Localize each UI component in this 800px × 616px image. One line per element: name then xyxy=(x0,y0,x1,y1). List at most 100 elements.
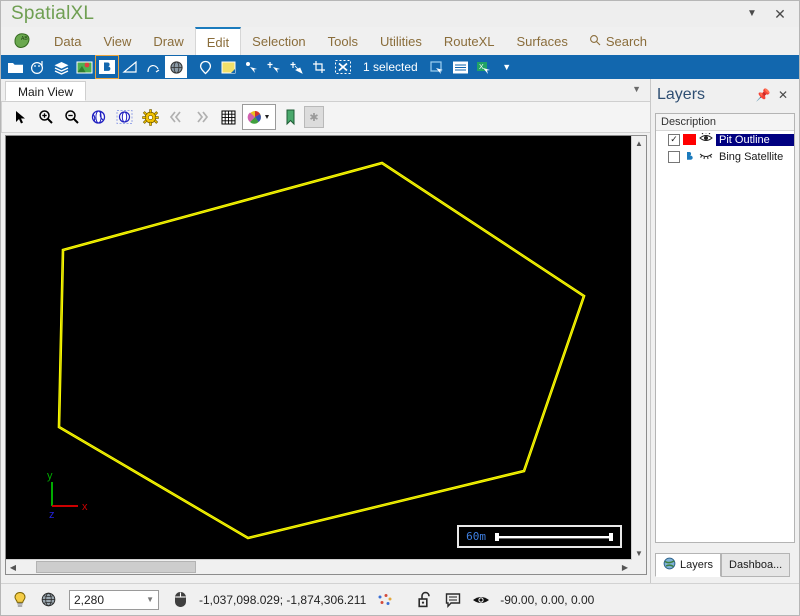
panel-tab-dashboard[interactable]: Dashboa... xyxy=(721,553,791,577)
grid-icon[interactable] xyxy=(216,105,240,129)
scale-bar: 60m xyxy=(457,525,622,548)
menu-item-tools[interactable]: Tools xyxy=(317,27,369,55)
ribbon-toolbar: 1 selected X ▼ xyxy=(1,55,799,79)
menu-item-view[interactable]: View xyxy=(92,27,142,55)
eye-open-icon[interactable] xyxy=(468,588,494,612)
layer-color-swatch[interactable] xyxy=(683,151,696,162)
clear-selection-icon[interactable] xyxy=(332,56,354,78)
svg-text:y: y xyxy=(47,470,53,482)
scroll-up-icon[interactable]: ▲ xyxy=(632,136,646,150)
search-label: Search xyxy=(605,33,648,49)
lightbulb-icon[interactable] xyxy=(7,588,33,612)
zoom-out-icon[interactable] xyxy=(60,105,84,129)
svg-text:z: z xyxy=(49,509,55,521)
next-view-icon[interactable] xyxy=(190,105,214,129)
move-vertex-icon[interactable] xyxy=(263,56,285,78)
horizontal-scroll-thumb[interactable] xyxy=(36,561,196,573)
map-canvas-container: y x z 60m ▲ ▼ ◀ ▶ xyxy=(5,135,647,575)
canvas-vertical-scrollbar[interactable]: ▲ ▼ xyxy=(631,136,646,560)
globe-wire-icon[interactable] xyxy=(35,588,61,612)
bookmark-icon[interactable] xyxy=(278,105,302,129)
message-icon[interactable] xyxy=(440,588,466,612)
globe-wire-icon[interactable] xyxy=(165,56,187,78)
tab-main-view[interactable]: Main View xyxy=(5,81,87,101)
zoom-in-icon[interactable] xyxy=(34,105,58,129)
mouse-icon xyxy=(167,588,193,612)
layer-color-swatch[interactable] xyxy=(683,134,696,145)
insert-vertex-icon[interactable] xyxy=(286,56,308,78)
ribbon-overflow-icon[interactable]: ▼ xyxy=(496,56,518,78)
measure-angle-icon[interactable] xyxy=(119,56,141,78)
layer-visibility-checkbox[interactable]: ✓ xyxy=(668,133,680,146)
menu-item-surfaces[interactable]: Surfaces xyxy=(506,27,579,55)
layers-panel: Layers 📌 ✕ Description ✓ Pit Outline Bin… xyxy=(650,79,799,583)
view-tab-bar: Main View ▼ xyxy=(1,79,651,102)
selection-status-text: 1 selected xyxy=(363,60,418,74)
view-tab-overflow-icon[interactable]: ▼ xyxy=(632,84,641,94)
note-window-icon[interactable] xyxy=(217,56,239,78)
menu-item-utilities[interactable]: Utilities xyxy=(369,27,433,55)
copy-selection-icon[interactable] xyxy=(427,56,449,78)
app-logo-icon[interactable]: AB xyxy=(1,27,43,55)
coordinates-readout: -1,037,098.029; -1,874,306.211 xyxy=(199,592,367,607)
close-icon[interactable]: ✕ xyxy=(773,88,793,102)
scale-bar-graphic xyxy=(495,532,613,541)
select-point-icon[interactable] xyxy=(240,56,262,78)
crop-select-icon[interactable] xyxy=(309,56,331,78)
axis-indicator: y x z xyxy=(47,470,88,521)
eye-closed-icon[interactable] xyxy=(699,150,713,163)
status-bar: 2,280 ▼ -1,037,098.029; -1,874,306.211 -… xyxy=(1,583,799,615)
titlebar-caret-icon[interactable]: ▼ xyxy=(741,5,763,23)
arrow-pointer-icon[interactable] xyxy=(8,105,32,129)
previous-view-icon[interactable] xyxy=(164,105,188,129)
pin-icon[interactable]: 📌 xyxy=(753,88,773,102)
scroll-right-icon[interactable]: ▶ xyxy=(618,560,632,574)
menu-item-data[interactable]: Data xyxy=(43,27,92,55)
scatter-points-icon[interactable] xyxy=(372,588,398,612)
application-window: SpatialXL ▼ ✕ AB Data View Draw Edit Sel… xyxy=(0,0,800,616)
scroll-left-icon[interactable]: ◀ xyxy=(6,560,20,574)
layer-row-bing-satellite[interactable]: Bing Satellite xyxy=(656,148,794,165)
layers-panel-header: Layers 📌 ✕ xyxy=(651,79,799,111)
location-pin-icon[interactable] xyxy=(194,56,216,78)
map-canvas[interactable]: y x z 60m xyxy=(6,136,632,560)
chevron-down-icon[interactable]: ▼ xyxy=(146,595,154,604)
unlock-icon[interactable] xyxy=(412,588,438,612)
view-area: Main View ▼ ✱ y x z 60m ▲ ▼ ◀ ▶ xyxy=(1,79,651,583)
menu-item-routexl[interactable]: RouteXL xyxy=(433,27,506,55)
map-pin-image-icon[interactable] xyxy=(73,56,95,78)
menu-item-draw[interactable]: Draw xyxy=(142,27,194,55)
color-legend-icon[interactable] xyxy=(242,104,276,130)
bing-maps-icon[interactable] xyxy=(95,55,119,79)
search-icon xyxy=(589,34,601,49)
table-view-icon[interactable] xyxy=(450,56,472,78)
canvas-horizontal-scrollbar[interactable]: ◀ ▶ xyxy=(6,559,632,574)
svg-text:x: x xyxy=(82,501,88,513)
layers-stack-icon[interactable] xyxy=(50,56,72,78)
panel-tab-layers[interactable]: Layers xyxy=(655,553,722,577)
menu-item-edit[interactable]: Edit xyxy=(194,27,242,55)
globe-icon xyxy=(663,557,676,573)
pit-outline-polygon xyxy=(57,161,586,540)
menu-item-selection[interactable]: Selection xyxy=(241,27,316,55)
palette-pin-icon[interactable] xyxy=(27,56,49,78)
layer-visibility-checkbox[interactable] xyxy=(668,150,680,163)
eye-open-icon[interactable] xyxy=(699,132,713,146)
scale-dropdown[interactable]: 2,280 ▼ xyxy=(69,589,159,610)
layers-column-header: Description xyxy=(656,114,794,131)
excel-export-icon[interactable]: X xyxy=(473,56,495,78)
scale-value: 2,280 xyxy=(74,592,105,607)
zoom-extents-icon[interactable] xyxy=(86,105,110,129)
scale-bar-label: 60m xyxy=(466,530,486,543)
view-toolbar: ✱ xyxy=(1,102,651,133)
open-folder-icon[interactable] xyxy=(4,56,26,78)
orientation-readout: -90.00, 0.00, 0.00 xyxy=(500,592,595,607)
close-icon[interactable]: ✕ xyxy=(769,5,791,23)
search-box[interactable]: Search xyxy=(579,27,657,55)
view-settings-icon[interactable] xyxy=(138,105,162,129)
snap-vertex-icon[interactable] xyxy=(142,56,164,78)
favorite-icon: ✱ xyxy=(304,106,324,128)
layer-row-pit-outline[interactable]: ✓ Pit Outline xyxy=(656,131,794,148)
scroll-down-icon[interactable]: ▼ xyxy=(632,546,646,560)
zoom-selected-icon[interactable] xyxy=(112,105,136,129)
